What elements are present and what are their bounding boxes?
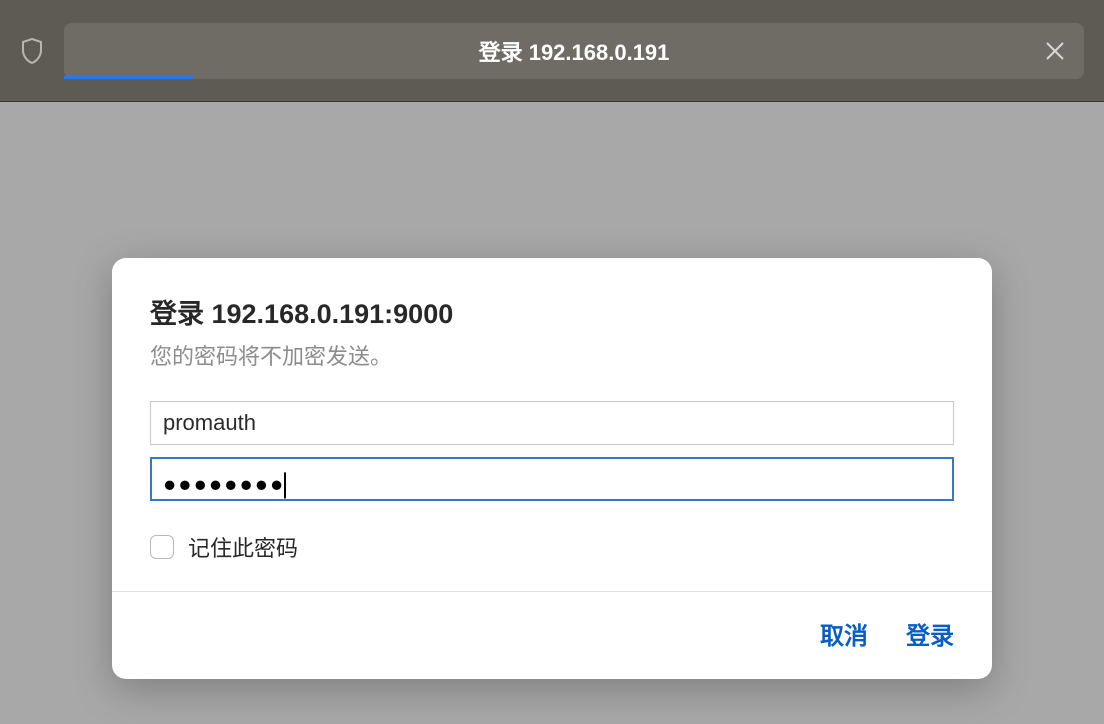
dialog-subtitle: 您的密码将不加密发送。 (150, 339, 954, 371)
close-icon[interactable] (1040, 36, 1070, 66)
dialog-title: 登录 192.168.0.191:9000 (150, 292, 954, 331)
password-input[interactable] (150, 457, 954, 501)
address-bar[interactable]: 登录 192.168.0.191 (64, 23, 1084, 79)
dialog-body: 登录 192.168.0.191:9000 您的密码将不加密发送。 ●●●●●●… (112, 258, 992, 591)
cancel-button[interactable]: 取消 (820, 616, 868, 651)
username-input[interactable] (150, 401, 954, 445)
dialog-footer: 取消 登录 (112, 591, 992, 679)
remember-password-checkbox[interactable] (150, 535, 174, 559)
browser-top-bar: 登录 192.168.0.191 (0, 0, 1104, 102)
address-bar-text: 登录 192.168.0.191 (479, 35, 670, 67)
remember-password-label: 记住此密码 (188, 531, 298, 563)
login-button[interactable]: 登录 (906, 616, 954, 651)
shield-icon[interactable] (20, 39, 44, 63)
login-dialog: 登录 192.168.0.191:9000 您的密码将不加密发送。 ●●●●●●… (112, 258, 992, 679)
modal-overlay: 登录 192.168.0.191:9000 您的密码将不加密发送。 ●●●●●●… (0, 102, 1104, 724)
loading-progress-bar (64, 76, 194, 79)
remember-password-row: 记住此密码 (150, 531, 954, 563)
